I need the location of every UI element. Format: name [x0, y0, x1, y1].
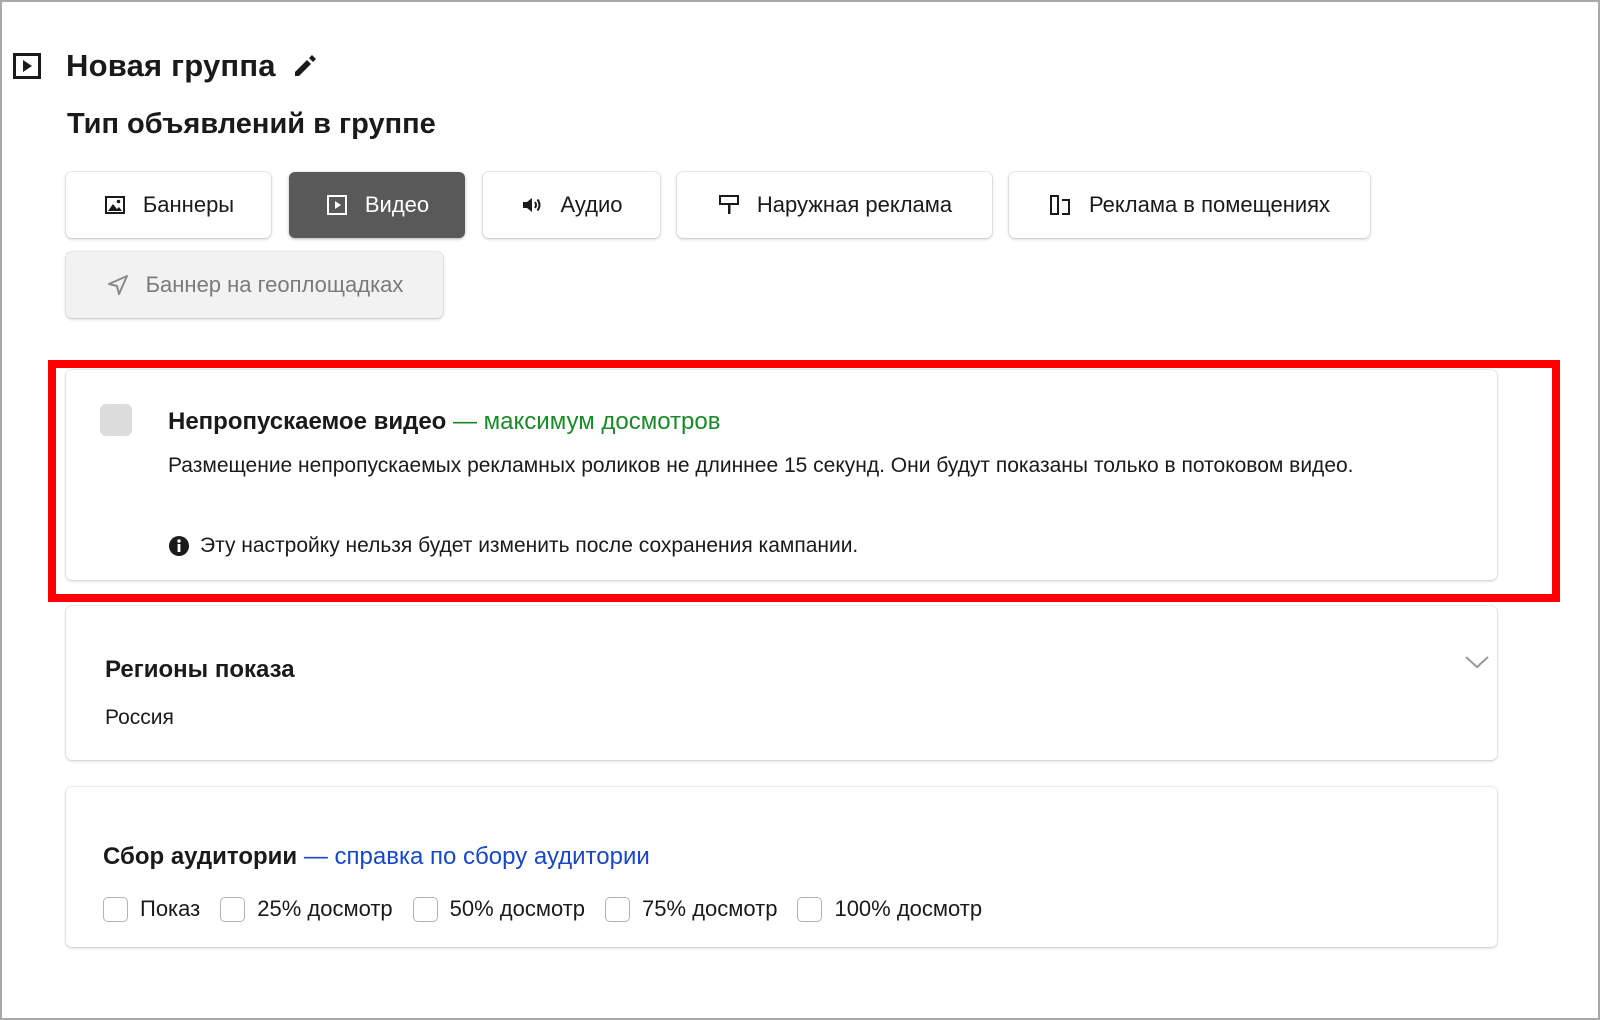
audience-option-75[interactable]: 75% досмотр — [605, 896, 777, 922]
checkbox[interactable] — [220, 896, 246, 922]
checkbox[interactable] — [605, 896, 631, 922]
checkbox[interactable] — [797, 896, 823, 922]
ad-type-label: Видео — [364, 192, 430, 217]
info-icon — [168, 535, 190, 557]
checkbox[interactable] — [412, 896, 438, 922]
billboard-icon — [717, 193, 741, 217]
ad-type-label: Баннеры — [142, 192, 235, 217]
audience-option-25[interactable]: 25% досмотр — [220, 896, 393, 922]
speaker-icon — [520, 193, 544, 217]
image-icon — [103, 193, 127, 217]
ad-type-video-button[interactable]: Видео — [289, 172, 465, 238]
audience-option-label: 75% досмотр — [642, 896, 778, 921]
ad-type-audio-button[interactable]: Аудио — [483, 172, 660, 238]
ad-type-label: Наружная реклама — [756, 192, 953, 217]
nonskip-video-tagline: — максимум досмотров — [446, 408, 721, 435]
nonskip-video-note: Эту настройку нельзя будет изменить посл… — [168, 534, 858, 558]
audience-option-50[interactable]: 50% досмотр — [412, 896, 586, 922]
ad-type-label: Реклама в помещениях — [1088, 192, 1331, 217]
checkbox[interactable] — [103, 896, 128, 922]
audience-option-label: 100% досмотр — [834, 896, 983, 921]
pencil-icon[interactable] — [290, 51, 320, 81]
audience-heading: Сбор аудитории — [103, 843, 298, 870]
audience-option-label: 50% досмотр — [449, 896, 586, 921]
nonskip-video-heading: Непропускаемое видео — [168, 408, 447, 435]
video-play-icon — [325, 193, 349, 217]
audience-option-100[interactable]: 100% досмотр — [797, 896, 982, 922]
regions-title: Регионы показа — [105, 656, 295, 683]
audience-help-link[interactable]: — справка по сбору аудитории — [297, 843, 650, 870]
nonskip-video-description: Размещение непропускаемых рекламных роли… — [168, 454, 1354, 477]
ad-type-label: Баннер на геоплощадках — [145, 272, 404, 297]
navigation-arrow-icon — [106, 273, 130, 297]
ad-type-geo-banner-button[interactable]: Баннер на геоплощадках — [66, 252, 443, 318]
video-play-icon — [12, 51, 42, 81]
nonskip-video-checkbox[interactable] — [100, 404, 132, 436]
group-header: Новая группа — [12, 46, 320, 86]
ad-type-outdoor-button[interactable]: Наружная реклама — [677, 172, 992, 238]
ad-type-banners-button[interactable]: Баннеры — [66, 172, 271, 238]
indoor-screen-icon — [1049, 193, 1073, 217]
group-title: Новая группа — [66, 48, 276, 83]
audience-option-show[interactable]: Показ — [103, 896, 200, 922]
chevron-down-icon[interactable] — [1462, 652, 1492, 672]
nonskip-video-note-text: Эту настройку нельзя будет изменить посл… — [200, 534, 859, 557]
nonskip-video-title: Непропускаемое видео — максимум досмотро… — [168, 408, 720, 436]
audience-title: Сбор аудитории — справка по сбору аудито… — [103, 843, 650, 871]
ad-type-indoor-button[interactable]: Реклама в помещениях — [1009, 172, 1370, 238]
ad-type-label: Аудио — [560, 192, 623, 217]
regions-value: Россия — [105, 706, 174, 729]
ad-type-section-title: Тип объявлений в группе — [67, 108, 436, 140]
audience-option-label: 25% досмотр — [257, 896, 393, 921]
audience-options: Показ 25% досмотр 50% досмотр 75% досмот… — [103, 896, 1002, 922]
audience-option-label: Показ — [140, 896, 201, 921]
